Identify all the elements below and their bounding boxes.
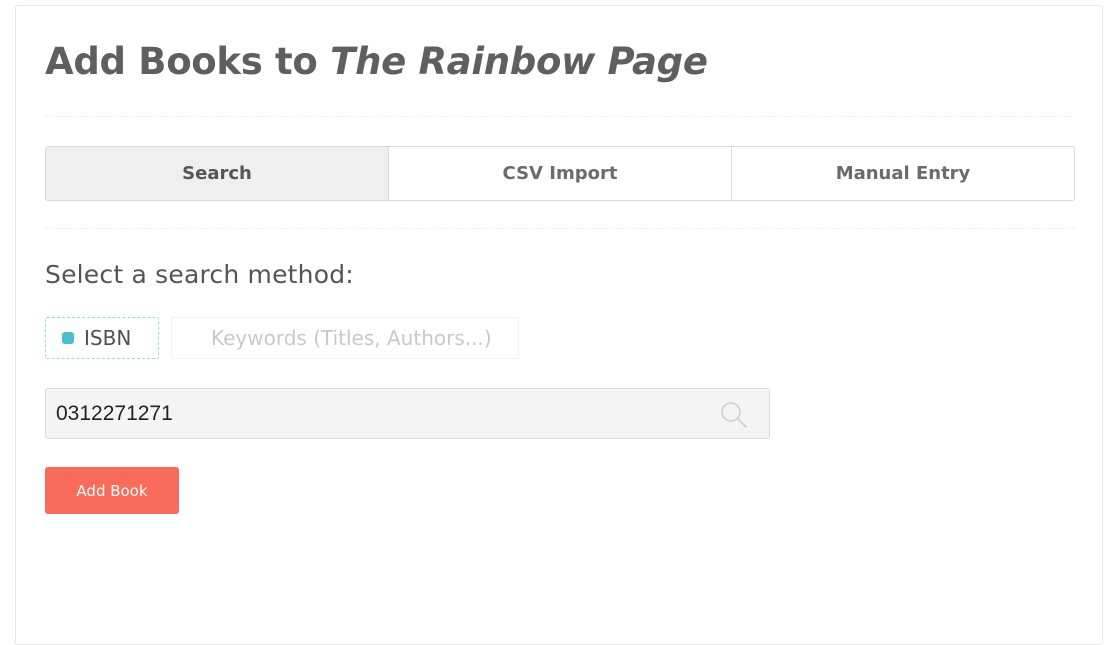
tab-search[interactable]: Search xyxy=(46,147,389,200)
page-title-library-name: The Rainbow Page xyxy=(330,40,708,83)
search-method-isbn[interactable]: ISBN xyxy=(45,317,159,359)
tab-csv-import[interactable]: CSV Import xyxy=(389,147,732,200)
search-icon[interactable] xyxy=(719,400,749,430)
title-divider xyxy=(45,116,1072,117)
page-title-prefix: Add Books to xyxy=(45,40,318,83)
tabs-divider xyxy=(45,228,1075,229)
search-method-isbn-label: ISBN xyxy=(84,326,132,350)
search-method-keywords-label: Keywords (Titles, Authors...) xyxy=(211,326,492,350)
search-method-keywords[interactable]: Keywords (Titles, Authors...) xyxy=(171,317,519,359)
page-title: Add Books to The Rainbow Page xyxy=(45,40,708,83)
isbn-search-box xyxy=(45,388,770,439)
selected-indicator-icon xyxy=(62,332,74,344)
add-books-card: Add Books to The Rainbow Page Search CSV… xyxy=(15,5,1103,645)
tab-manual-entry[interactable]: Manual Entry xyxy=(732,147,1074,200)
isbn-search-input[interactable] xyxy=(46,389,706,438)
search-method-heading: Select a search method: xyxy=(45,260,354,289)
add-book-button[interactable]: Add Book xyxy=(45,467,179,514)
add-method-tabs: Search CSV Import Manual Entry xyxy=(45,146,1075,201)
